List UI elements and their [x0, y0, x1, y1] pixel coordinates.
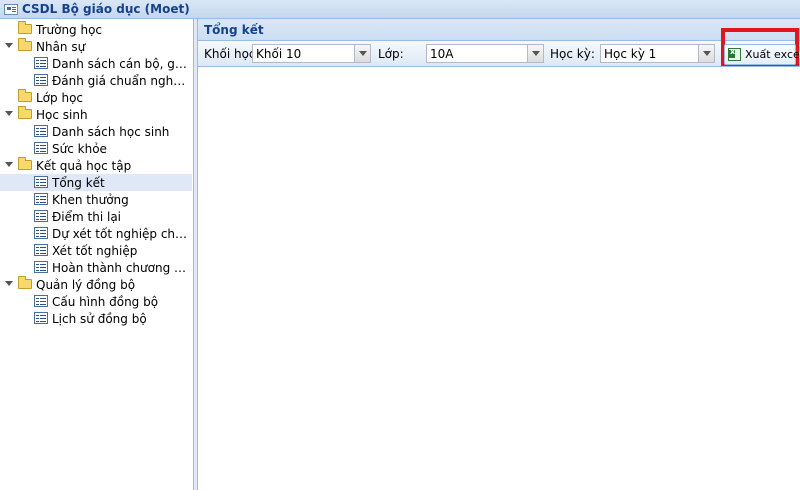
- app-header: CSDL Bộ giáo dục (Moet): [0, 0, 800, 19]
- tree-label: Đánh giá chuẩn nghề nghiệp: [52, 74, 190, 88]
- expand-arrow-icon[interactable]: [5, 162, 13, 167]
- grade-select[interactable]: Khối 10: [252, 44, 371, 63]
- form-icon: [34, 227, 48, 239]
- tree-item[interactable]: Sức khỏe: [0, 140, 192, 157]
- tree-item[interactable]: Lịch sử đồng bộ: [0, 310, 192, 327]
- form-icon: [34, 312, 48, 324]
- class-select[interactable]: 10A: [426, 44, 544, 63]
- panel-title: Tổng kết: [204, 23, 264, 37]
- tree-item[interactable]: Khen thưởng: [0, 191, 192, 208]
- folder-icon: [18, 38, 32, 51]
- tree-label: Trường học: [36, 23, 103, 37]
- form-icon: [34, 74, 48, 86]
- tree-label: Học sinh: [36, 108, 88, 122]
- tree-folder[interactable]: Quản lý đồng bộ: [0, 276, 192, 293]
- tree-folder[interactable]: Kết quả học tập: [0, 157, 192, 174]
- tree-label: Nhân sự: [36, 40, 86, 54]
- tree-label: Danh sách học sinh: [52, 125, 170, 139]
- folder-icon: [18, 276, 32, 289]
- grade-select-value: Khối 10: [256, 47, 302, 61]
- tree-label: Kết quả học tập: [36, 159, 132, 173]
- tree-label: Điểm thi lại: [52, 210, 121, 224]
- chevron-down-icon[interactable]: [354, 45, 370, 62]
- app-window-icon: [4, 4, 18, 15]
- folder-icon: [18, 21, 32, 34]
- tree-label: Quản lý đồng bộ: [36, 278, 136, 292]
- tree-label: Lịch sử đồng bộ: [52, 312, 147, 326]
- tree-item[interactable]: Danh sách cán bộ, giáo viên: [0, 55, 192, 72]
- main-panel: Tổng kết Khối học: Khối 10 Lớp: 10A Học …: [197, 19, 800, 490]
- tree-label: Xét tốt nghiệp: [52, 244, 138, 258]
- form-icon: [34, 261, 48, 273]
- expand-arrow-icon[interactable]: [5, 43, 13, 48]
- tree-item[interactable]: Điểm thi lại: [0, 208, 192, 225]
- tree-item[interactable]: Danh sách học sinh: [0, 123, 192, 140]
- tree-item[interactable]: Hoàn thành chương trình: [0, 259, 192, 276]
- term-select[interactable]: Học kỳ 1: [600, 44, 715, 63]
- form-icon: [34, 125, 48, 137]
- tree-folder[interactable]: Học sinh: [0, 106, 192, 123]
- form-icon: [34, 244, 48, 256]
- form-icon: [34, 176, 48, 188]
- folder-icon: [18, 89, 32, 102]
- tree-label: Lớp học: [36, 91, 84, 105]
- form-icon: [34, 210, 48, 222]
- tree-item[interactable]: Đánh giá chuẩn nghề nghiệp: [0, 72, 192, 89]
- app-title: CSDL Bộ giáo dục (Moet): [22, 2, 190, 16]
- tree-label: Cấu hình đồng bộ: [52, 295, 159, 309]
- tree-label: Tổng kết: [52, 176, 105, 190]
- export-excel-button[interactable]: Xuất excel: [724, 44, 800, 65]
- form-icon: [34, 57, 48, 69]
- class-select-value: 10A: [430, 47, 454, 61]
- tree-label: Sức khỏe: [52, 142, 107, 156]
- tree-folder[interactable]: Nhân sự: [0, 38, 192, 55]
- tree-item[interactable]: Cấu hình đồng bộ: [0, 293, 192, 310]
- folder-icon: [18, 157, 32, 170]
- form-icon: [34, 295, 48, 307]
- term-label: Học kỳ:: [550, 47, 595, 61]
- folder-icon: [18, 106, 32, 119]
- tree-label: Khen thưởng: [52, 193, 129, 207]
- chevron-down-icon[interactable]: [698, 45, 714, 62]
- tree-label: Hoàn thành chương trình: [52, 261, 190, 275]
- sidebar-tree: Trường học Nhân sự Danh sách cán bộ, giáo …: [0, 19, 194, 490]
- excel-icon: [728, 47, 741, 61]
- tree-folder[interactable]: Lớp học: [0, 89, 192, 106]
- class-label: Lớp:: [378, 47, 404, 61]
- panel-header: Tổng kết: [198, 19, 800, 41]
- tree-item[interactable]: Tổng kết: [0, 174, 192, 191]
- expand-arrow-icon[interactable]: [5, 111, 13, 116]
- filter-toolbar: Khối học: Khối 10 Lớp: 10A Học kỳ: Học k…: [198, 41, 800, 67]
- form-icon: [34, 142, 48, 154]
- term-select-value: Học kỳ 1: [604, 47, 657, 61]
- tree-folder[interactable]: Trường học: [0, 21, 192, 38]
- tree-label: Danh sách cán bộ, giáo viên: [52, 57, 190, 71]
- chevron-down-icon[interactable]: [527, 45, 543, 62]
- tree-label: Dự xét tốt nghiệp cho thí sinh tự do: [52, 227, 190, 241]
- expand-arrow-icon[interactable]: [5, 281, 13, 286]
- form-icon: [34, 193, 48, 205]
- export-excel-label: Xuất excel: [745, 48, 800, 61]
- tree-item[interactable]: Xét tốt nghiệp: [0, 242, 192, 259]
- tree-item[interactable]: Dự xét tốt nghiệp cho thí sinh tự do: [0, 225, 192, 242]
